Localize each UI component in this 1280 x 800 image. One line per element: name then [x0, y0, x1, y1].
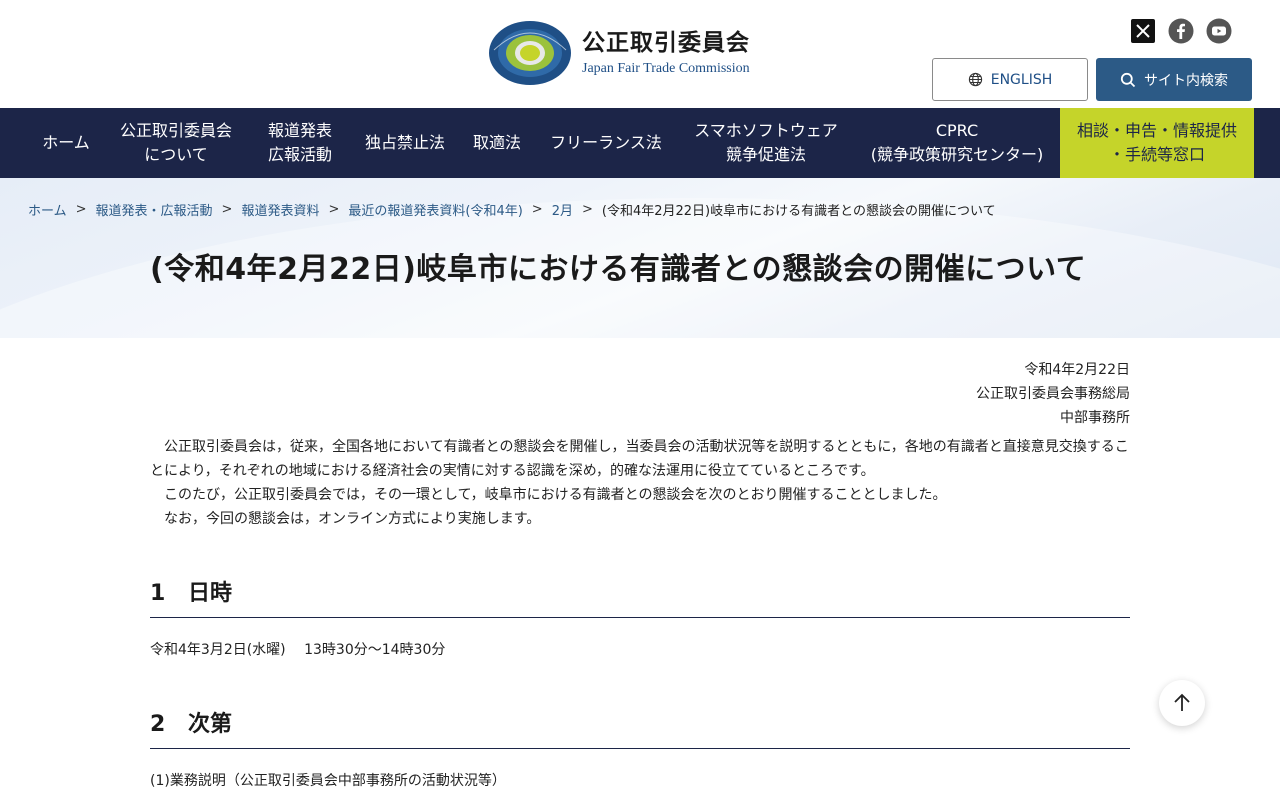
nav-item-about[interactable]: 公正取引委員会 について	[104, 108, 248, 178]
main-content: 令和4年2月22日 公正取引委員会事務総局 中部事務所 公正取引委員会は，従来，…	[150, 338, 1130, 793]
breadcrumb-recent-r4[interactable]: 最近の報道発表資料(令和4年)	[348, 200, 522, 219]
breadcrumb-home[interactable]: ホーム	[28, 200, 67, 219]
nav-item-press[interactable]: 報道発表 広報活動	[248, 108, 352, 178]
release-org: 公正取引委員会事務総局	[976, 386, 1130, 402]
x-icon[interactable]	[1130, 18, 1156, 44]
section-heading-agenda: 2 次第	[150, 706, 1130, 749]
facebook-icon[interactable]	[1168, 18, 1194, 44]
nav-item-cprc[interactable]: CPRC (競争政策研究センター)	[856, 108, 1058, 178]
back-to-top-button[interactable]	[1159, 680, 1205, 726]
section-heading-datetime: 1 日時	[150, 575, 1130, 618]
intro-paragraph: このたび，公正取引委員会では，その一環として，岐阜市における有識者との懇談会を次…	[164, 487, 947, 503]
intro-paragraph: 公正取引委員会は，従来，全国各地において有識者との懇談会を開催し，当委員会の活動…	[150, 439, 1129, 479]
page-header-band: ホーム > 報道発表・広報活動 > 報道発表資料 > 最近の報道発表資料(令和4…	[0, 178, 1280, 338]
site-header: 公正取引委員会 Japan Fair Trade Commission ENGL…	[0, 0, 1280, 108]
logo-subtitle: Japan Fair Trade Commission	[582, 61, 750, 76]
section-body-agenda: (1)業務説明（公正取引委員会中部事務所の活動状況等）	[150, 773, 506, 789]
breadcrumb-february[interactable]: 2月	[552, 200, 573, 219]
page-title: (令和4年2月22日)岐阜市における有識者との懇談会の開催について	[150, 252, 1087, 287]
global-nav: ホーム 公正取引委員会 について 報道発表 広報活動 独占禁止法 取適法 フリー…	[0, 108, 1280, 178]
release-meta: 令和4年2月22日 公正取引委員会事務総局 中部事務所	[150, 358, 1130, 430]
search-label: サイト内検索	[1144, 72, 1228, 89]
arrow-up-icon	[1174, 693, 1190, 711]
youtube-icon[interactable]	[1206, 18, 1232, 44]
nav-item-torihiki[interactable]: 取適法	[458, 108, 536, 178]
breadcrumb-press-releases[interactable]: 報道発表資料	[241, 200, 319, 219]
nav-item-home[interactable]: ホーム	[28, 108, 104, 178]
jftc-emblem-icon	[489, 21, 571, 85]
release-office: 中部事務所	[1060, 410, 1130, 426]
intro-paragraph: なお，今回の懇談会は，オンライン方式により実施します。	[164, 511, 541, 527]
search-icon	[1120, 72, 1136, 87]
english-label: ENGLISH	[990, 71, 1053, 88]
section-body-datetime: 令和4年3月2日(水曜) 13時30分～14時30分	[150, 642, 446, 658]
site-search-button[interactable]: サイト内検索	[1096, 58, 1252, 101]
breadcrumb-press[interactable]: 報道発表・広報活動	[96, 200, 213, 219]
social-links	[1130, 18, 1232, 44]
nav-item-antimonopoly[interactable]: 独占禁止法	[352, 108, 458, 178]
nav-item-smartphone[interactable]: スマホソフトウェア 競争促進法	[676, 108, 856, 178]
nav-item-consultation[interactable]: 相談・申告・情報提供 ・手続等窓口	[1060, 108, 1254, 178]
logo-title: 公正取引委員会	[582, 30, 750, 56]
english-button[interactable]: ENGLISH	[932, 58, 1088, 101]
breadcrumb-current: (令和4年2月22日)岐阜市における有識者との懇談会の開催について	[601, 204, 996, 219]
breadcrumb: ホーム > 報道発表・広報活動 > 報道発表資料 > 最近の報道発表資料(令和4…	[28, 200, 996, 219]
release-date: 令和4年2月22日	[1024, 362, 1130, 378]
globe-icon	[968, 72, 982, 87]
site-logo[interactable]: 公正取引委員会 Japan Fair Trade Commission	[488, 20, 750, 86]
nav-item-freelance[interactable]: フリーランス法	[536, 108, 676, 178]
